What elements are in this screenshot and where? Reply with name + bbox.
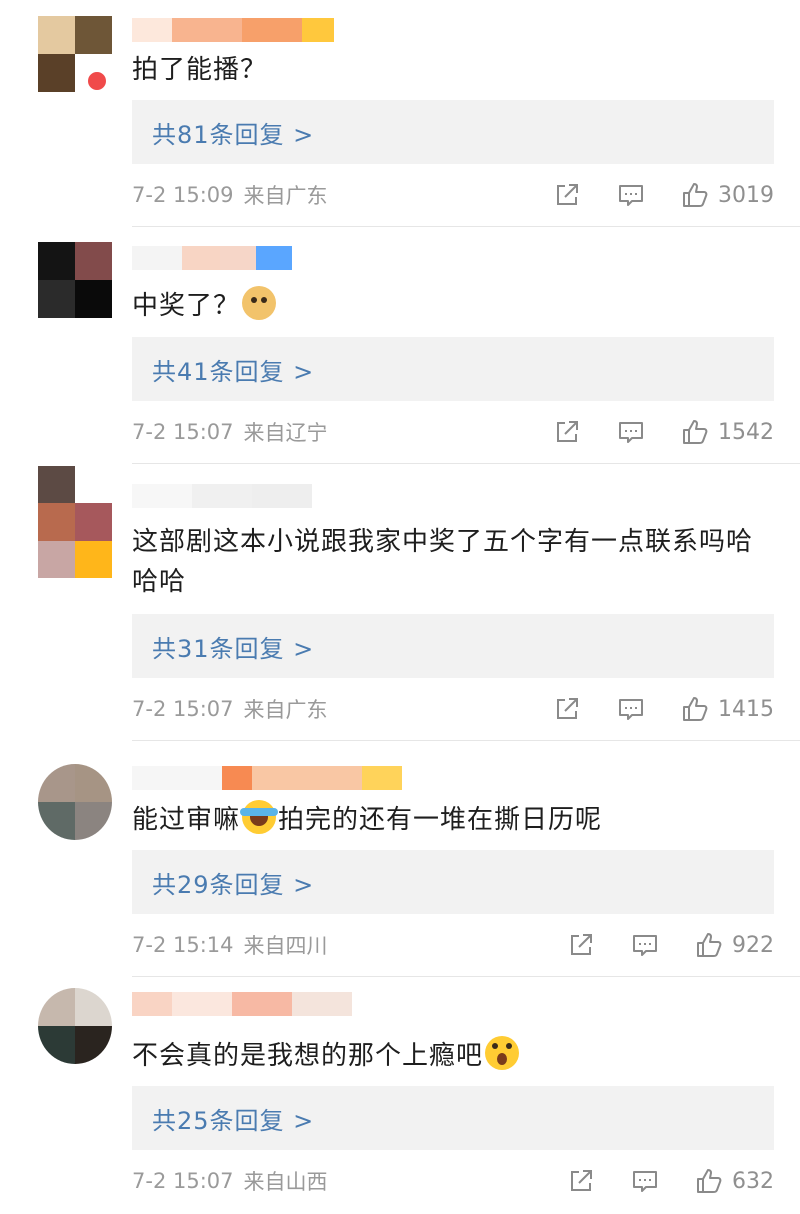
comment-text: 不会真的是我想的那个上瘾吧: [132, 1036, 772, 1076]
view-replies-link[interactable]: 共31条回复 >: [152, 629, 314, 664]
username-redacted[interactable]: [132, 484, 312, 508]
comment-meta: 7-2 15:07 来自山西: [132, 1166, 328, 1196]
like-count: 632: [732, 1168, 774, 1194]
avatar[interactable]: [38, 764, 112, 840]
like-count: 3019: [718, 182, 774, 208]
comment-actions: 1415: [518, 692, 774, 726]
like-thumb-icon[interactable]: [680, 694, 710, 724]
reply-count-box[interactable]: 共41条回复 >: [132, 337, 774, 401]
avatar[interactable]: [38, 988, 112, 1064]
comment-text: 拍了能播？: [132, 55, 268, 85]
comment-text: 能过审嘛 拍完的还有一堆在撕日历呢: [132, 800, 772, 840]
like-thumb-icon[interactable]: [680, 180, 710, 210]
share-icon[interactable]: [566, 1166, 596, 1196]
share-icon[interactable]: [566, 930, 596, 960]
share-icon[interactable]: [552, 417, 582, 447]
comment-icon[interactable]: [630, 930, 660, 960]
comment-actions: 3019: [518, 178, 774, 212]
reply-count-box[interactable]: 共25条回复 >: [132, 1086, 774, 1150]
comment-icon[interactable]: [630, 1166, 660, 1196]
comment-icon[interactable]: [616, 180, 646, 210]
like-count: 1542: [718, 419, 774, 445]
verified-badge-icon: [86, 70, 108, 92]
avatar[interactable]: [38, 466, 112, 578]
view-replies-link[interactable]: 共81条回复 >: [152, 115, 314, 150]
comment-meta: 7-2 15:14 来自四川: [132, 930, 328, 960]
divider: [132, 226, 800, 227]
divider: [132, 976, 800, 977]
username-redacted[interactable]: [132, 992, 352, 1016]
location: 来自山西: [243, 1170, 328, 1194]
doge-icon: [242, 286, 277, 320]
comment-text: 这部剧这本小说跟我家中奖了五个字有一点联系吗哈哈哈: [132, 527, 754, 597]
location: 来自广东: [243, 698, 328, 722]
like-count: 922: [732, 932, 774, 958]
divider: [132, 740, 800, 741]
avatar[interactable]: [38, 242, 112, 318]
share-icon[interactable]: [552, 694, 582, 724]
reply-count-box[interactable]: 共29条回复 >: [132, 850, 774, 914]
share-icon[interactable]: [552, 180, 582, 210]
view-replies-link[interactable]: 共41条回复 >: [152, 352, 314, 387]
username-redacted[interactable]: [132, 18, 334, 42]
view-replies-link[interactable]: 共25条回复 >: [152, 1101, 314, 1136]
reply-count-box[interactable]: 共81条回复 >: [132, 100, 774, 164]
reply-count-box[interactable]: 共31条回复 >: [132, 614, 774, 678]
like-thumb-icon[interactable]: [694, 1166, 724, 1196]
comment-actions: 1542: [518, 415, 774, 449]
timestamp: 7-2 15:07: [132, 420, 234, 444]
username-redacted[interactable]: [132, 246, 292, 270]
location: 来自广东: [243, 184, 328, 208]
username-redacted[interactable]: [132, 766, 402, 790]
like-thumb-icon[interactable]: [680, 417, 710, 447]
timestamp: 7-2 15:07: [132, 1169, 234, 1193]
comment-actions: 632: [532, 1164, 774, 1198]
timestamp: 7-2 15:09: [132, 183, 234, 207]
timestamp: 7-2 15:07: [132, 697, 234, 721]
comment-icon[interactable]: [616, 417, 646, 447]
location: 来自四川: [243, 934, 328, 958]
shock-icon: [485, 1036, 520, 1070]
comment-meta: 7-2 15:07 来自广东: [132, 694, 328, 724]
comment-meta: 7-2 15:07 来自辽宁: [132, 417, 328, 447]
like-count: 1415: [718, 696, 774, 722]
comment-meta: 7-2 15:09 来自广东: [132, 180, 328, 210]
like-thumb-icon[interactable]: [694, 930, 724, 960]
timestamp: 7-2 15:14: [132, 933, 234, 957]
divider: [132, 463, 800, 464]
view-replies-link[interactable]: 共29条回复 >: [152, 865, 314, 900]
location: 来自辽宁: [243, 421, 328, 445]
comment-text: 中奖了？: [132, 286, 772, 326]
comment-icon[interactable]: [616, 694, 646, 724]
laughcry-icon: [240, 800, 279, 834]
comment-actions: 922: [532, 928, 774, 962]
